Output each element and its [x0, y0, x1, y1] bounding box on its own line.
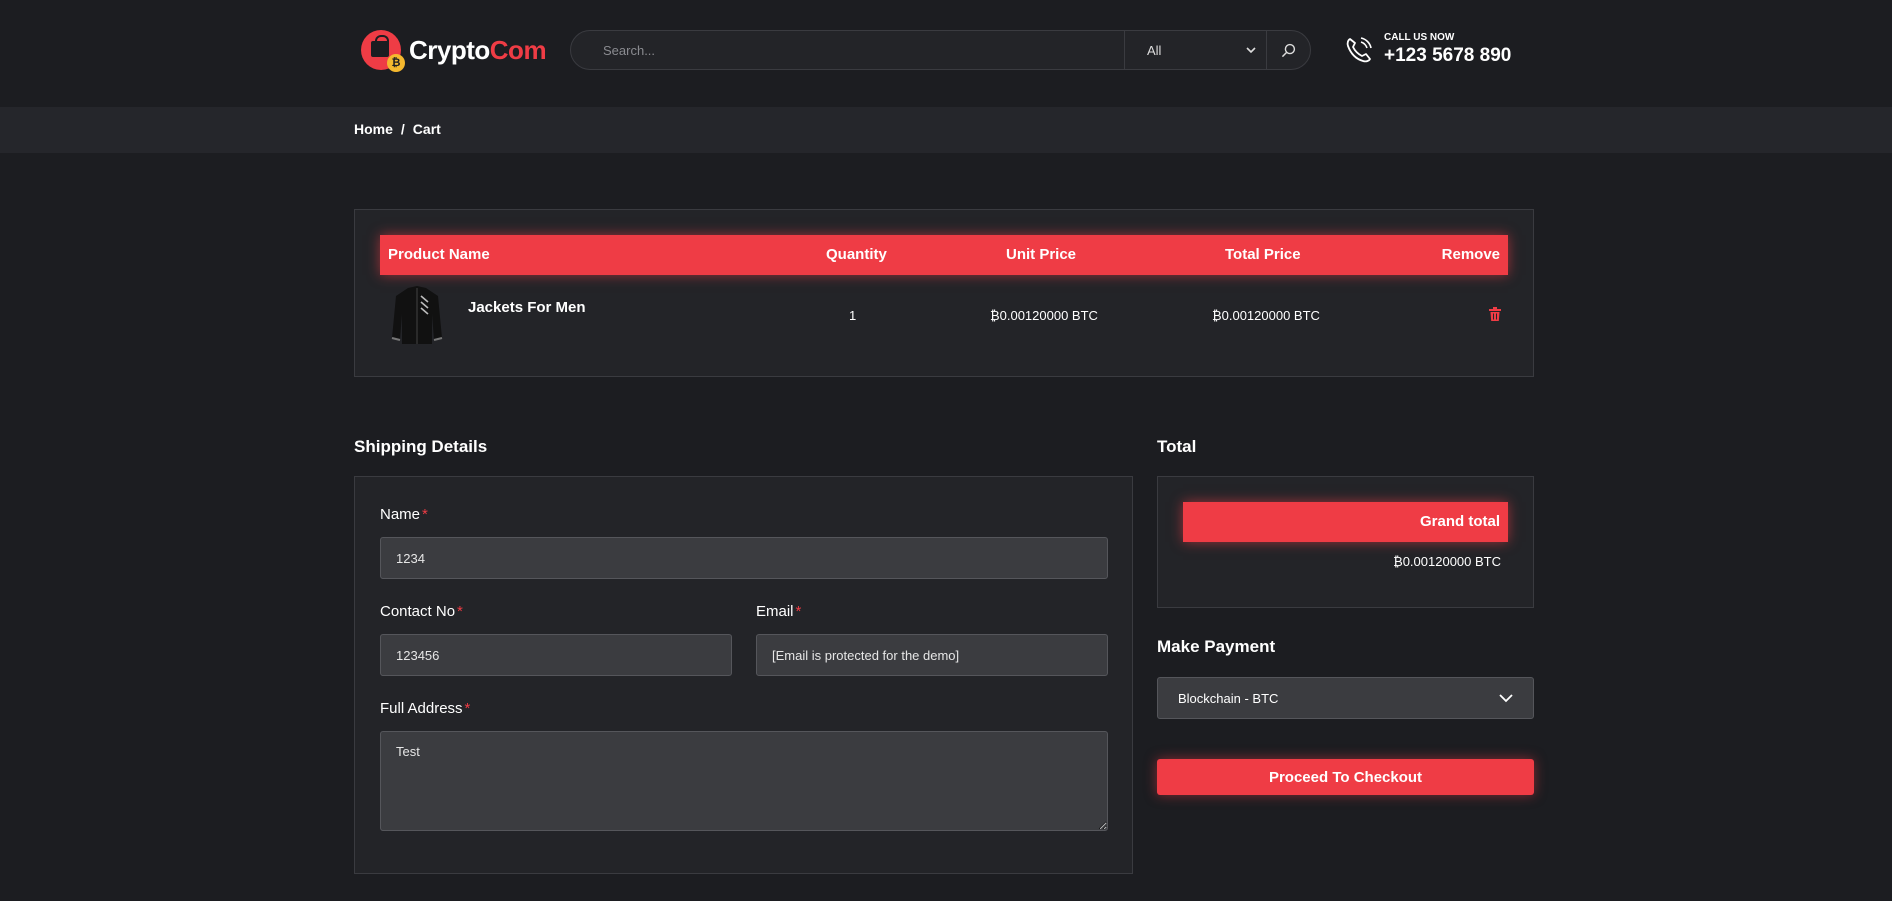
breadcrumb-bar: Home / Cart [0, 107, 1892, 153]
trash-icon[interactable] [1489, 307, 1501, 324]
product-unit-price: ₿0.00120000 BTC [990, 308, 1098, 323]
email-field[interactable] [756, 634, 1108, 676]
logo-text-crypto: Crypto [409, 34, 490, 65]
breadcrumb-separator: / [400, 121, 405, 137]
chevron-down-icon [1499, 694, 1513, 703]
search-category-value: All [1147, 42, 1162, 58]
total-title: Total [1157, 437, 1197, 456]
header: ₿ CryptoCom All CALL US NOW +123 5678 89… [0, 0, 1892, 107]
shipping-title: Shipping Details [354, 437, 488, 456]
product-thumbnail[interactable] [388, 284, 446, 346]
shipping-form: Name* Contact No* Email* Full Address* T… [354, 476, 1133, 874]
breadcrumb-current: Cart [412, 121, 441, 137]
product-total-price: ₿0.00120000 BTC [1212, 308, 1320, 323]
column-unit-price: Unit Price [1006, 246, 1077, 263]
search-category-select[interactable]: All [1124, 31, 1266, 69]
search-input[interactable] [571, 31, 1124, 69]
payment-method-value: Blockchain - BTC [1178, 691, 1279, 706]
breadcrumb: Home / Cart [354, 121, 441, 137]
table-row: Jackets For Men 1 ₿0.00120000 BTC ₿0.001… [380, 280, 1508, 350]
column-product-name: Product Name [388, 246, 490, 263]
search-button[interactable] [1266, 31, 1310, 69]
payment-method-select[interactable]: Blockchain - BTC [1157, 677, 1534, 719]
contact-label: Contact No * [380, 603, 463, 620]
logo-text: CryptoCom [409, 34, 547, 66]
column-quantity: Quantity [826, 246, 887, 263]
column-total-price: Total Price [1225, 246, 1301, 263]
product-quantity: 1 [849, 308, 857, 323]
logo[interactable]: ₿ CryptoCom [361, 30, 547, 72]
chevron-down-icon [1246, 47, 1256, 54]
logo-text-com: Com [489, 34, 547, 65]
shopping-bag-icon: ₿ [361, 30, 405, 72]
address-label: Full Address * [380, 700, 471, 717]
cart-table: Product Name Quantity Unit Price Total P… [354, 209, 1534, 377]
call-number: +123 5678 890 [1384, 45, 1512, 66]
email-label: Email * [756, 603, 802, 620]
breadcrumb-home[interactable]: Home [354, 121, 393, 137]
cart-table-header: Product Name Quantity Unit Price Total P… [380, 235, 1508, 275]
bitcoin-coin-icon: ₿ [387, 54, 405, 72]
grand-total-value: ₿0.00120000 BTC [1393, 554, 1501, 569]
call-us[interactable]: CALL US NOW +123 5678 890 [1344, 32, 1511, 67]
contact-field[interactable] [380, 634, 732, 676]
proceed-to-checkout-button[interactable]: Proceed To Checkout [1157, 759, 1534, 795]
payment-title: Make Payment [1157, 637, 1276, 656]
name-field[interactable] [380, 537, 1108, 579]
column-remove: Remove [1441, 246, 1500, 263]
call-label: CALL US NOW [1384, 32, 1455, 43]
search-icon [1281, 43, 1296, 57]
product-name[interactable]: Jackets For Men [468, 299, 586, 316]
total-box: Grand total ₿0.00120000 BTC [1157, 476, 1534, 608]
phone-icon [1346, 36, 1372, 62]
address-field[interactable]: Test [380, 731, 1108, 831]
search-bar: All [570, 30, 1311, 70]
name-label: Name * [380, 506, 428, 523]
grand-total-label: Grand total [1183, 502, 1508, 542]
